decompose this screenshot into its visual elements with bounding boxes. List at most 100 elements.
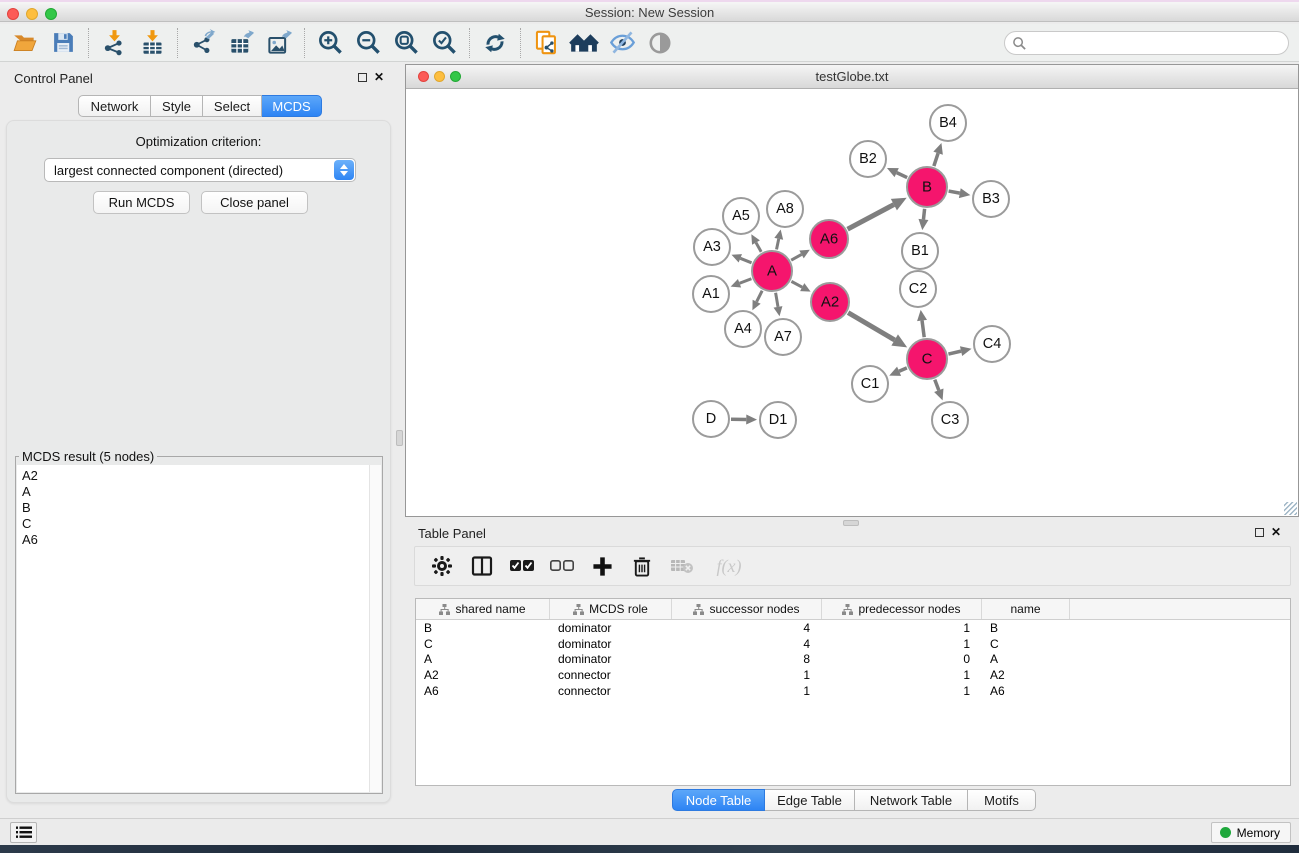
network-canvas[interactable]: AA1A2A3A4A5A6A7A8BB1B2B3B4CC1C2C3C4DD1 [406,90,1298,516]
cell-successor-nodes[interactable]: 4 [672,621,822,635]
edge-B-B1[interactable] [918,209,928,230]
network-window-titlebar[interactable]: testGlobe.txt [406,65,1298,89]
control-panel-close-icon[interactable]: ✕ [374,73,384,82]
edge-B-B2[interactable] [887,168,907,178]
delete-row-icon[interactable] [629,553,655,579]
resize-grip-icon[interactable] [1284,502,1297,515]
node-B4[interactable]: B4 [930,105,966,141]
cell-name[interactable]: A6 [982,684,1070,698]
task-history-button[interactable] [10,822,37,843]
table-row[interactable]: A2connector11A2 [416,667,1290,683]
edge-A-A3[interactable] [731,254,751,263]
tab-motifs[interactable]: Motifs [968,789,1036,811]
split-divider-grip[interactable] [396,430,403,446]
node-B1[interactable]: B1 [902,233,938,269]
cell-successor-nodes[interactable]: 1 [672,684,822,698]
mcds-result-item[interactable]: B [17,500,369,516]
table-row[interactable]: Bdominator41B [416,620,1290,636]
edge-B-B3[interactable] [949,188,971,198]
edge-A-A8[interactable] [774,230,783,250]
table-panel-close-icon[interactable]: ✕ [1271,528,1281,537]
node-A8[interactable]: A8 [767,191,803,227]
cell-shared-name[interactable]: C [416,637,550,651]
node-A2[interactable]: A2 [811,283,849,321]
edge-A-A2[interactable] [791,281,810,291]
node-B2[interactable]: B2 [850,141,886,177]
table-row[interactable]: A6connector11A6 [416,683,1290,699]
tab-select[interactable]: Select [203,95,262,117]
column-header-name[interactable]: name [982,599,1070,619]
run-mcds-button[interactable]: Run MCDS [93,191,190,214]
tab-style[interactable]: Style [151,95,203,117]
node-C3[interactable]: C3 [932,402,968,438]
cell-MCDS-role[interactable]: connector [550,668,672,682]
node-B[interactable]: B [907,167,947,207]
node-A5[interactable]: A5 [723,198,759,234]
mcds-result-item[interactable]: A2 [17,468,369,484]
node-B3[interactable]: B3 [973,181,1009,217]
node-C2[interactable]: C2 [900,271,936,307]
edge-A-A6[interactable] [791,250,810,260]
add-row-icon[interactable] [589,553,615,579]
column-visibility-icon[interactable] [469,553,495,579]
edge-A6-B[interactable] [848,198,907,229]
cell-successor-nodes[interactable]: 8 [672,652,822,666]
edge-C-C2[interactable] [917,310,927,337]
node-A1[interactable]: A1 [693,276,729,312]
cell-name[interactable]: A2 [982,668,1070,682]
table-row[interactable]: Cdominator41C [416,636,1290,652]
cell-MCDS-role[interactable]: dominator [550,621,672,635]
mcds-result-item[interactable]: A6 [17,532,369,548]
edge-A2-C[interactable] [848,313,907,348]
node-A6[interactable]: A6 [810,220,848,258]
cell-successor-nodes[interactable]: 1 [672,668,822,682]
edge-D-D1[interactable] [731,415,757,425]
tab-node-table[interactable]: Node Table [672,789,765,811]
mcds-result-scrollbar[interactable] [369,465,381,792]
select-all-icon[interactable] [509,553,535,579]
cell-MCDS-role[interactable]: dominator [550,637,672,651]
cell-predecessor-nodes[interactable]: 1 [822,668,982,682]
cell-predecessor-nodes[interactable]: 1 [822,684,982,698]
cell-predecessor-nodes[interactable]: 1 [822,621,982,635]
hide-graphics-details-icon[interactable] [603,27,641,59]
cell-MCDS-role[interactable]: connector [550,684,672,698]
mcds-result-item[interactable]: C [17,516,369,532]
node-C1[interactable]: C1 [852,366,888,402]
edge-A-A7[interactable] [774,293,783,317]
refresh-layout-icon[interactable] [476,27,514,59]
import-network-icon[interactable] [95,27,133,59]
node-C4[interactable]: C4 [974,326,1010,362]
column-header-predecessor-nodes[interactable]: predecessor nodes [822,599,982,619]
window-titlebar[interactable]: Session: New Session [0,0,1299,22]
memory-button[interactable]: Memory [1211,822,1291,843]
control-panel-float-icon[interactable] [358,73,367,82]
edge-C-C3[interactable] [934,380,943,401]
zoom-fit-icon[interactable] [387,27,425,59]
search-field[interactable] [1004,31,1289,55]
edge-A-A4[interactable] [752,291,762,311]
open-session-from-file-icon[interactable] [527,27,565,59]
table-panel-float-icon[interactable] [1255,528,1264,537]
criterion-dropdown[interactable]: largest connected component (directed) [44,158,356,182]
column-header-successor-nodes[interactable]: successor nodes [672,599,822,619]
cell-shared-name[interactable]: A [416,652,550,666]
edge-A-A5[interactable] [751,234,761,252]
cell-name[interactable]: B [982,621,1070,635]
edge-B-B4[interactable] [933,143,943,166]
export-network-icon[interactable] [184,27,222,59]
cell-name[interactable]: A [982,652,1070,666]
edge-C-C4[interactable] [948,346,971,356]
cell-shared-name[interactable]: A6 [416,684,550,698]
tab-network-table[interactable]: Network Table [855,789,968,811]
cell-MCDS-role[interactable]: dominator [550,652,672,666]
node-A4[interactable]: A4 [725,311,761,347]
cell-name[interactable]: C [982,637,1070,651]
node-D[interactable]: D [693,401,729,437]
column-header-shared-name[interactable]: shared name [416,599,550,619]
mcds-result-item[interactable]: A [17,484,369,500]
cell-predecessor-nodes[interactable]: 1 [822,637,982,651]
zoom-out-icon[interactable] [349,27,387,59]
tab-mcds[interactable]: MCDS [262,95,322,117]
toggle-bird-eye-view-icon[interactable] [641,27,679,59]
